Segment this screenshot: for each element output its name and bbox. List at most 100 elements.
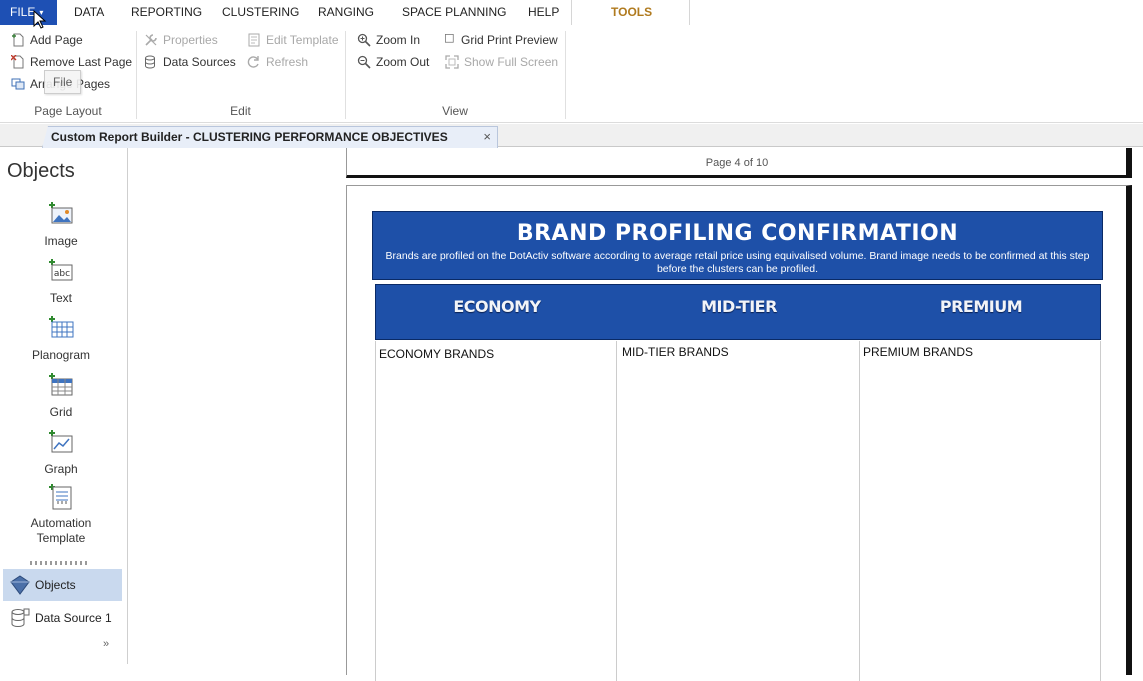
menu-bar: FILE ▾ DATA REPORTING CLUSTERING RANGING … [0, 0, 1143, 25]
tier-heading-economy: ECONOMY [453, 297, 541, 316]
report-subtitle: Brands are profiled on the DotActiv soft… [385, 250, 1090, 275]
page-number: Page 4 of 10 [705, 157, 769, 169]
properties-label: Properties [163, 33, 218, 47]
divider [571, 0, 572, 25]
menu-space-planning[interactable]: SPACE PLANNING [394, 0, 514, 25]
divider [689, 0, 690, 25]
panel-title: Objects [7, 160, 75, 182]
tier-heading-mid-tier: MID-TIER [701, 297, 777, 316]
remove-page-icon [11, 55, 24, 69]
zoom-out-label: Zoom Out [376, 55, 430, 69]
grid-print-preview-checkbox[interactable]: Grid Print Preview [445, 31, 558, 49]
object-label: Graph [44, 462, 78, 476]
tab-custom-report-builder[interactable]: Custom Report Builder - CLUSTERING PERFO… [42, 126, 498, 148]
tier-heading-premium: PREMIUM [939, 297, 1023, 316]
expand-chevron-icon[interactable]: » [103, 638, 109, 650]
report-title: BRAND PROFILING CONFIRMATION [516, 221, 959, 246]
show-full-screen-button[interactable]: Show Full Screen [445, 53, 558, 71]
refresh-button[interactable]: Refresh [247, 53, 308, 71]
report-header-textbox[interactable]: BRAND PROFILING CONFIRMATION Brands are … [372, 211, 1103, 280]
group-label-edit: Edit [230, 104, 251, 118]
object-label: Planogram [31, 348, 91, 362]
template-icon [248, 33, 260, 47]
edit-template-button[interactable]: Edit Template [247, 31, 339, 49]
grid-print-preview-label: Grid Print Preview [461, 33, 558, 47]
nav-data-source[interactable]: Data Source 1 [3, 602, 122, 634]
nav-objects-label: Objects [35, 578, 76, 592]
objects-panel: Objects Image abc Text Planogram Grid Gr… [0, 148, 128, 664]
remove-last-page-label: Remove Last Page [30, 55, 133, 69]
show-full-screen-label: Show Full Screen [464, 55, 559, 69]
nav-data-source-label: Data Source 1 [35, 611, 112, 625]
tier-content-economy: ECONOMY BRANDS [379, 347, 495, 361]
previous-page: Page 4 of 10 [346, 148, 1132, 178]
add-page-label: Add Page [30, 33, 83, 47]
object-label: Grid [49, 405, 73, 419]
menu-tools[interactable]: TOOLS [603, 0, 660, 25]
zoom-in-icon [357, 33, 371, 47]
object-label: Text [49, 291, 72, 305]
add-page-icon [12, 33, 24, 47]
objects-icon [10, 575, 30, 595]
text-icon: abc [49, 259, 73, 281]
tier-column-economy[interactable]: ECONOMY BRANDS [376, 341, 617, 681]
menu-clustering[interactable]: CLUSTERING [214, 0, 307, 25]
zoom-out-icon [357, 55, 371, 69]
panel-splitter[interactable] [30, 561, 90, 565]
tier-content-premium: PREMIUM BRANDS [863, 345, 974, 359]
refresh-icon [247, 56, 259, 68]
graph-icon [49, 430, 73, 453]
arrange-pages-icon [11, 78, 25, 90]
grid-icon [49, 373, 73, 396]
document-tab-strip: Custom Report Builder - CLUSTERING PERFO… [0, 124, 1143, 148]
object-label: Image [44, 234, 78, 248]
group-label-page-layout: Page Layout [34, 104, 102, 118]
fullscreen-icon [445, 55, 459, 69]
wrench-icon [145, 34, 157, 46]
file-tooltip: File [44, 70, 81, 94]
group-label-view: View [442, 104, 468, 118]
object-planogram[interactable]: Planogram [0, 314, 122, 363]
tier-header-bar[interactable]: ECONOMY MID-TIER PREMIUM [375, 284, 1101, 340]
object-text[interactable]: abc Text [0, 257, 122, 306]
menu-ranging[interactable]: RANGING [310, 0, 382, 25]
remove-last-page-button[interactable]: Remove Last Page [11, 53, 132, 71]
automation-template-icon [49, 484, 72, 510]
image-icon [49, 202, 73, 224]
tier-content-mid-tier: MID-TIER BRANDS [622, 345, 729, 359]
menu-data[interactable]: DATA [66, 0, 112, 25]
checkbox-icon [445, 34, 454, 43]
zoom-out-button[interactable]: Zoom Out [357, 53, 429, 71]
close-icon[interactable]: × [483, 127, 491, 147]
menu-help[interactable]: HELP [520, 0, 567, 25]
menu-reporting[interactable]: REPORTING [123, 0, 210, 25]
database-icon [145, 55, 155, 69]
tier-columns: ECONOMY BRANDS MID-TIER BRANDS PREMIUM B… [375, 341, 1101, 681]
svg-text:abc: abc [54, 269, 70, 279]
refresh-label: Refresh [266, 55, 309, 69]
menu-file-label: FILE [10, 5, 36, 19]
properties-button[interactable]: Properties [144, 31, 218, 49]
object-image[interactable]: Image [0, 200, 122, 249]
report-canvas: Page 4 of 10 BRAND PROFILING CONFIRMATIO… [129, 148, 1143, 681]
object-grid[interactable]: Grid [0, 371, 122, 420]
nav-objects[interactable]: Objects [3, 569, 122, 601]
object-automation-template[interactable]: Automation Template [0, 482, 122, 546]
tier-column-premium[interactable]: PREMIUM BRANDS [860, 341, 1100, 681]
object-label: Automation Template [30, 516, 92, 545]
tier-column-mid-tier[interactable]: MID-TIER BRANDS [617, 341, 860, 681]
data-sources-label: Data Sources [163, 55, 236, 69]
planogram-icon [49, 316, 74, 338]
edit-template-label: Edit Template [266, 33, 339, 47]
database-icon [11, 608, 30, 628]
object-graph[interactable]: Graph [0, 428, 122, 477]
zoom-in-label: Zoom In [376, 33, 421, 47]
data-sources-button[interactable]: Data Sources [144, 53, 236, 71]
divider [565, 31, 566, 119]
ribbon: Add Page Remove Last Page Arrange Pages … [0, 25, 1143, 123]
report-page[interactable]: BRAND PROFILING CONFIRMATION Brands are … [346, 185, 1132, 681]
zoom-in-button[interactable]: Zoom In [357, 31, 420, 49]
mouse-pointer-icon [33, 10, 47, 29]
add-page-button[interactable]: Add Page [11, 31, 83, 49]
menu-file[interactable]: FILE ▾ [0, 0, 57, 25]
